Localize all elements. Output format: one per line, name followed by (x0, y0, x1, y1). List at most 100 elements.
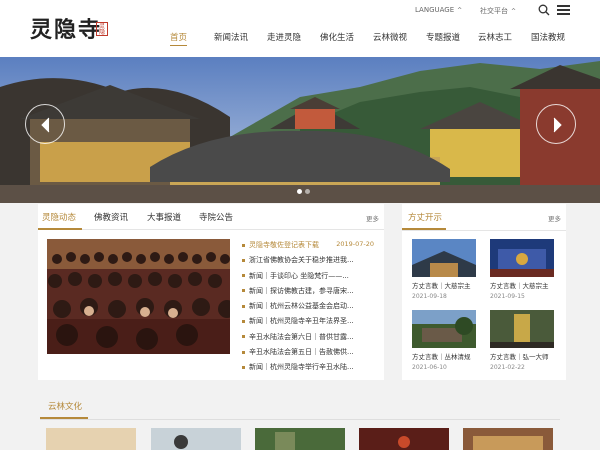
news-item[interactable]: 新闻｜杭州云林公益基金会启动... (242, 301, 374, 316)
abbot-teaching-card[interactable]: 方丈言教｜大慈宗主 2021-09-18 (412, 239, 476, 300)
hero-prev-button[interactable] (25, 104, 65, 144)
portrait-image (490, 310, 554, 348)
culture-image (46, 428, 136, 450)
nav-item-buddhist-life[interactable]: 佛化生活 (320, 31, 354, 43)
news-item-title: 新闻｜杭州灵隐寺辛丑年法界圣... (249, 317, 354, 326)
culture-image (359, 428, 449, 450)
abbot-date: 2021-09-18 (412, 293, 447, 300)
nav-item-volunteers[interactable]: 云林志工 (478, 31, 512, 43)
divider (402, 230, 566, 231)
news-item-title: 新闻｜杭州灵隐寺举行辛丑水陆... (249, 363, 354, 372)
bullet-icon (242, 258, 245, 262)
hero-dot[interactable] (305, 189, 310, 194)
news-item-title: 灵隐寺敬佐登记表下载 (249, 241, 319, 249)
news-list: 灵隐寺敬佐登记表下载 2019-07-20 浙江省佛教协会关于稳步推进我... 新… (242, 240, 374, 378)
abbot-date: 2021-02-22 (490, 364, 525, 371)
abbot-caption: 方丈言教｜大慈宗主 (490, 282, 549, 290)
abbot-thumbnail (490, 239, 554, 277)
hero-pagination (297, 179, 313, 198)
news-item[interactable]: 辛丑水陆法会第六日｜普供甘露... (242, 332, 374, 347)
search-icon[interactable] (538, 4, 550, 16)
hamburger-menu-icon[interactable] (557, 5, 570, 15)
hero-banner[interactable] (0, 57, 600, 203)
bullet-icon (242, 365, 245, 369)
chevron-left-icon (41, 117, 50, 133)
social-platform-switcher[interactable]: 社交平台 ^ (480, 6, 516, 16)
abbot-thumbnail (490, 310, 554, 348)
abbot-teaching-card[interactable]: 方丈言教｜丛林清规 2021-06-10 (412, 310, 476, 371)
social-label: 社交平台 (480, 7, 508, 15)
news-item[interactable]: 浙江省佛教协会关于稳步推进我... (242, 255, 374, 270)
language-switcher[interactable]: LANGUAGE ^ (415, 6, 462, 14)
abbot-more-link[interactable]: 更多 (548, 213, 561, 223)
news-item[interactable]: 灵隐寺敬佐登记表下载 2019-07-20 (242, 240, 374, 255)
news-item-date: 2019-07-20 (336, 240, 374, 248)
site-header: 灵隐寺 灵隐 LANGUAGE ^ 社交平台 ^ 首页 新闻法讯 走进灵隐 佛化生活… (0, 0, 600, 57)
nav-item-videos[interactable]: 云林微视 (373, 31, 407, 43)
hero-dot[interactable] (297, 189, 302, 194)
bullet-icon (242, 289, 245, 293)
divider (40, 419, 560, 420)
tab-major-reports[interactable]: 大事报道 (147, 211, 181, 223)
temple-roof-image (412, 239, 476, 277)
logo-seal: 灵隐 (96, 22, 108, 36)
chevron-up-icon: ^ (511, 8, 517, 15)
bullet-icon (242, 350, 245, 354)
news-more-link[interactable]: 更多 (366, 213, 379, 223)
culture-section-title[interactable]: 云林文化 (48, 400, 82, 412)
nav-item-about[interactable]: 走进灵隐 (267, 31, 301, 43)
abbot-caption: 方丈言教｜弘一大师 (490, 353, 549, 361)
bullet-icon (242, 243, 245, 247)
bullet-icon (242, 335, 245, 339)
news-item-title: 新闻｜手谈印心 坐隐梵行——... (249, 271, 349, 280)
news-item-title: 新闻｜杭州云林公益基金会启动... (249, 302, 354, 311)
monastery-garden-image (412, 310, 476, 348)
abbot-panel-title[interactable]: 方丈开示 (408, 211, 442, 223)
bullet-icon (242, 304, 245, 308)
culture-thumbnail[interactable] (151, 428, 241, 450)
culture-thumbnail[interactable] (463, 428, 553, 450)
tab-lingyin-news[interactable]: 灵隐动态 (42, 211, 76, 223)
bullet-icon (242, 319, 245, 323)
news-item[interactable]: 辛丑水陆法会第五日｜告赦佛供... (242, 347, 374, 362)
abbot-date: 2021-09-15 (490, 293, 525, 300)
chevron-up-icon: ^ (457, 7, 463, 14)
culture-section: 云林文化 (0, 391, 600, 450)
culture-image (255, 428, 345, 450)
news-item[interactable]: 新闻｜杭州灵隐寺辛丑年法界圣... (242, 316, 374, 331)
abbot-teachings-panel: 方丈开示 更多 方丈言教｜大慈宗主 2021-09-18 方丈言教｜大慈宗主 2… (402, 204, 566, 380)
nav-item-home[interactable]: 首页 (170, 31, 188, 46)
hall-interior-image (490, 239, 554, 277)
culture-thumbnail[interactable] (255, 428, 345, 450)
abbot-thumbnail (412, 239, 476, 277)
abbot-date: 2021-06-10 (412, 364, 447, 371)
news-item[interactable]: 新闻｜杭州灵隐寺举行辛丑水陆... (242, 362, 374, 377)
culture-image (463, 428, 553, 450)
hero-next-button[interactable] (536, 104, 576, 144)
news-item[interactable]: 新闻｜探访佛教古建，参寻唐宋... (242, 286, 374, 301)
nav-item-features[interactable]: 专题报道 (426, 31, 460, 43)
main-nav: 首页 新闻法讯 走进灵隐 佛化生活 云林微视 专题报道 云林志工 国法教规 (160, 31, 580, 47)
news-panel: 灵隐动态 佛教资讯 大事报道 寺院公告 更多 灵隐寺敬佐登记表下载 2019-0… (38, 204, 384, 380)
news-featured-photo[interactable] (47, 239, 230, 354)
culture-thumbnail[interactable] (46, 428, 136, 450)
nav-item-regulations[interactable]: 国法教规 (531, 31, 565, 43)
abbot-teaching-card[interactable]: 方丈言教｜弘一大师 2021-02-22 (490, 310, 554, 371)
abbot-teaching-card[interactable]: 方丈言教｜大慈宗主 2021-09-15 (490, 239, 554, 300)
culture-image (151, 428, 241, 450)
news-item[interactable]: 新闻｜手谈印心 坐隐梵行——... (242, 271, 374, 286)
news-item-title: 辛丑水陆法会第五日｜告赦佛供... (249, 348, 354, 357)
abbot-caption: 方丈言教｜大慈宗主 (412, 282, 471, 290)
bullet-icon (242, 274, 245, 278)
news-tabs: 灵隐动态 佛教资讯 大事报道 寺院公告 更多 (38, 204, 384, 230)
active-tab-indicator (38, 228, 82, 230)
site-logo[interactable]: 灵隐寺 (30, 12, 102, 44)
ceremony-photo (47, 239, 230, 354)
page: 灵隐寺 灵隐 LANGUAGE ^ 社交平台 ^ 首页 新闻法讯 走进灵隐 佛化生活… (0, 0, 600, 450)
culture-thumbnail[interactable] (359, 428, 449, 450)
news-item-title: 辛丑水陆法会第六日｜普供甘露... (249, 332, 354, 341)
tab-buddhist-info[interactable]: 佛教资讯 (94, 211, 128, 223)
tab-temple-notices[interactable]: 寺院公告 (199, 211, 233, 223)
language-label: LANGUAGE (415, 6, 455, 14)
nav-item-news[interactable]: 新闻法讯 (214, 31, 248, 43)
